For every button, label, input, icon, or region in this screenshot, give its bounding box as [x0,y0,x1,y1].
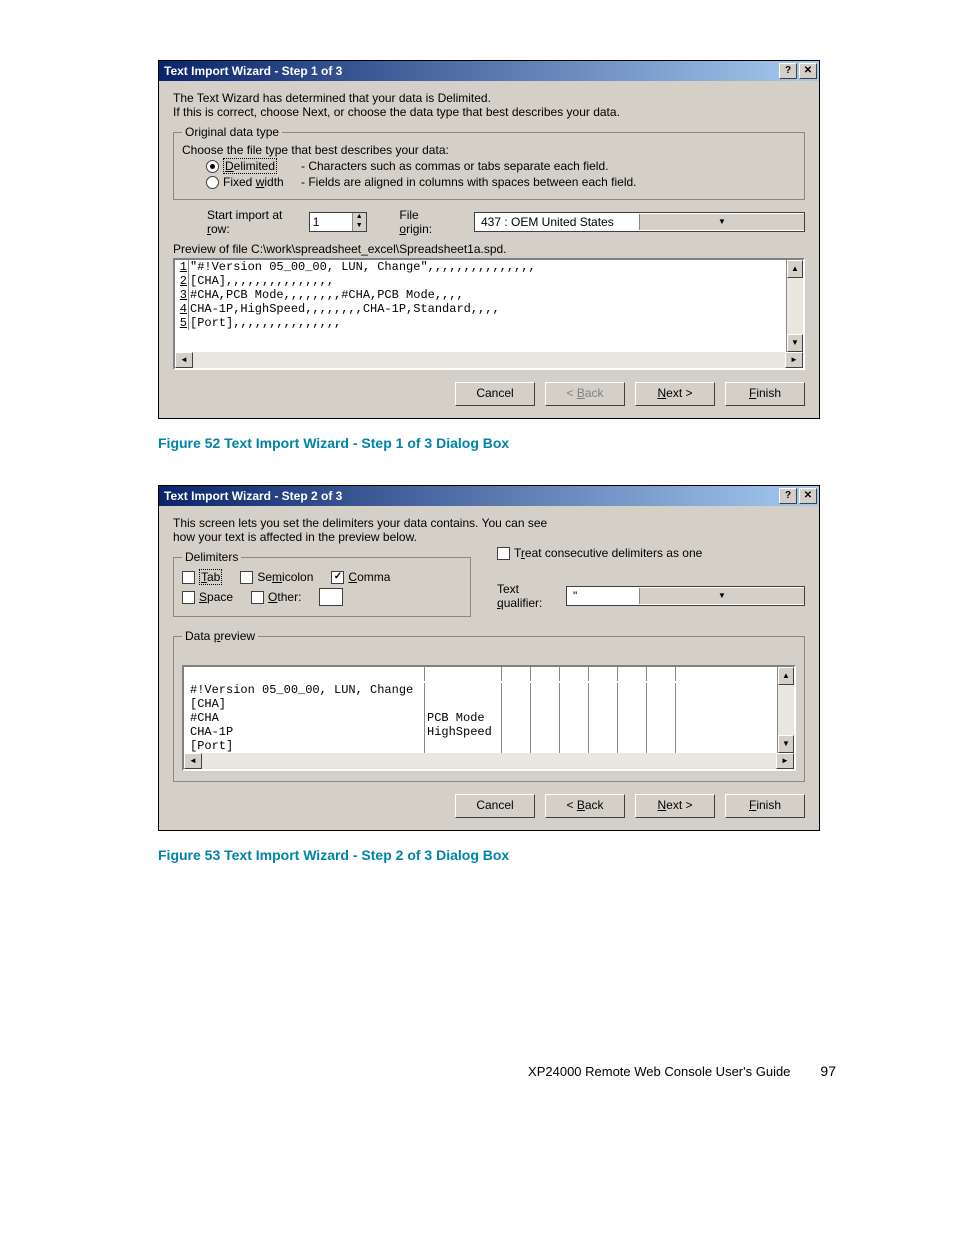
preview-line: 3#CHA,PCB Mode,,,,,,,,#CHA,PCB Mode,,,, [175,288,786,302]
dialog-step1: Text Import Wizard - Step 1 of 3 ? ✕ The… [158,60,820,419]
preview-vscroll[interactable]: ▲ ▼ [786,260,803,352]
data-preview-legend: Data preview [182,629,258,643]
radio-fixed-width[interactable] [206,176,219,189]
data-preview-vscroll[interactable]: ▲ ▼ [777,667,794,753]
start-row-label: Start import at row: [207,208,301,236]
figure-52-caption: Figure 52 Text Import Wizard - Step 1 of… [158,435,836,451]
radio-delimited-label: Delimited [223,159,301,173]
delimiters-legend: Delimiters [182,550,241,564]
cancel-button[interactable]: Cancel [455,382,535,406]
scroll-right-icon[interactable]: ► [785,352,803,368]
delimiters-group: Delimiters Tab Semicolon Comma Space Oth… [173,550,471,617]
scroll-down-icon[interactable]: ▼ [778,735,794,753]
dialog-step2: Text Import Wizard - Step 2 of 3 ? ✕ Thi… [158,485,820,831]
file-origin-label: File origin: [399,208,450,236]
scroll-down-icon[interactable]: ▼ [787,334,803,352]
intro-line2: how your text is affected in the preview… [173,530,805,544]
table-row: [CHA] [188,697,777,711]
figure-53-caption: Figure 53 Text Import Wizard - Step 2 of… [158,847,836,863]
intro-line2: If this is correct, choose Next, or choo… [173,105,805,119]
original-data-type-group: Original data type Choose the file type … [173,125,805,200]
preview-line: 4CHA-1P,HighSpeed,,,,,,,,CHA-1P,Standard… [175,302,786,316]
preview-area: 1"#!Version 05_00_00, LUN, Change",,,,,,… [173,258,805,370]
file-origin-combo[interactable]: 437 : OEM United States ▼ [474,212,805,232]
titlebar-step2: Text Import Wizard - Step 2 of 3 ? ✕ [159,486,819,506]
spin-down-icon[interactable]: ▼ [352,222,366,231]
scroll-up-icon[interactable]: ▲ [778,667,794,685]
close-button-icon[interactable]: ✕ [799,63,817,79]
page-footer: XP24000 Remote Web Console User's Guide … [158,1063,836,1079]
data-preview-hscroll[interactable]: ◄ ► [184,753,794,769]
radio-delimited-desc: - Characters such as commas or tabs sepa… [301,159,608,173]
help-button-icon[interactable]: ? [779,488,797,504]
footer-title: XP24000 Remote Web Console User's Guide [528,1064,790,1079]
start-row-spinner[interactable]: ▲▼ [309,212,367,232]
checkbox-tab[interactable]: Tab [182,570,222,584]
next-button[interactable]: Next > [635,794,715,818]
intro-line1: The Text Wizard has determined that your… [173,91,805,105]
close-button-icon[interactable]: ✕ [799,488,817,504]
finish-button[interactable]: Finish [725,382,805,406]
footer-page-number: 97 [820,1063,836,1079]
spin-up-icon[interactable]: ▲ [352,213,366,222]
finish-button[interactable]: Finish [725,794,805,818]
table-row: CHA-1PHighSpeed [188,725,777,739]
group-legend: Original data type [182,125,282,139]
other-input[interactable] [319,588,343,606]
checkbox-comma[interactable]: Comma [331,570,390,584]
scroll-left-icon[interactable]: ◄ [184,753,202,769]
title-text: Text Import Wizard - Step 2 of 3 [164,489,777,503]
radio-fixed-label: Fixed width [223,175,301,189]
preview-line: 5[Port],,,,,,,,,,,,,,, [175,316,786,330]
back-button[interactable]: < Back [545,794,625,818]
choose-label: Choose the file type that best describes… [182,143,796,157]
scroll-right-icon[interactable]: ► [776,753,794,769]
help-button-icon[interactable]: ? [779,63,797,79]
data-preview-group: Data preview #!Version 05_00_00, LUN, Ch… [173,629,805,782]
table-row: #!Version 05_00_00, LUN, Change [188,683,777,697]
text-qualifier-value: " [567,589,639,603]
preview-hscroll[interactable]: ◄ ► [175,352,803,368]
radio-delimited[interactable] [206,160,219,173]
title-text: Text Import Wizard - Step 1 of 3 [164,64,777,78]
back-button: < Back [545,382,625,406]
dropdown-arrow-icon[interactable]: ▼ [639,214,804,230]
text-qualifier-combo[interactable]: " ▼ [566,586,805,606]
start-row-input[interactable] [310,213,352,231]
checkbox-other[interactable]: Other: [251,590,301,604]
next-button[interactable]: Next > [635,382,715,406]
radio-fixed-desc: - Fields are aligned in columns with spa… [301,175,637,189]
file-origin-value: 437 : OEM United States [475,215,639,229]
table-row: #CHAPCB Mode [188,711,777,725]
checkbox-semicolon[interactable]: Semicolon [240,570,313,584]
preview-label: Preview of file C:\work\spreadsheet_exce… [173,242,805,256]
intro-line1: This screen lets you set the delimiters … [173,516,805,530]
scroll-left-icon[interactable]: ◄ [175,352,193,368]
dropdown-arrow-icon[interactable]: ▼ [639,588,804,604]
checkbox-space[interactable]: Space [182,590,233,604]
table-row: [Port] [188,739,777,753]
checkbox-treat-consecutive[interactable]: Treat consecutive delimiters as one [497,546,805,560]
cancel-button[interactable]: Cancel [455,794,535,818]
preview-line: 1"#!Version 05_00_00, LUN, Change",,,,,,… [175,260,786,274]
preview-line: 2[CHA],,,,,,,,,,,,,,, [175,274,786,288]
titlebar-step1: Text Import Wizard - Step 1 of 3 ? ✕ [159,61,819,81]
text-qualifier-label: Text qualifier: [497,582,558,610]
scroll-up-icon[interactable]: ▲ [787,260,803,278]
